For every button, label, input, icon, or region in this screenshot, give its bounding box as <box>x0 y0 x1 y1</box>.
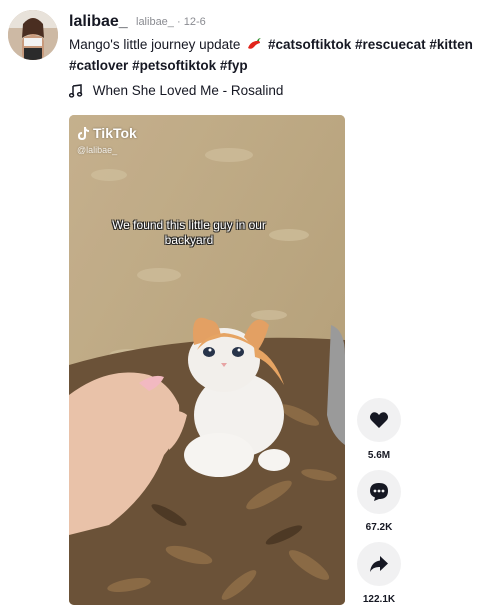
video-overlay-text: We found this little guy in our backyard <box>112 218 266 247</box>
share-button[interactable] <box>357 542 401 586</box>
like-button[interactable] <box>357 398 401 442</box>
hashtag-link[interactable]: #kitten <box>429 37 473 52</box>
music-link[interactable]: When She Loved Me - Rosalind <box>68 83 284 99</box>
hashtag-link[interactable]: #catlover <box>69 58 128 73</box>
hashtag-link[interactable]: #rescuecat <box>355 37 426 52</box>
comment-button[interactable] <box>357 470 401 514</box>
like-action: 5.6M <box>356 398 402 461</box>
share-icon <box>370 556 388 572</box>
watermark-handle: @lalibae_ <box>77 145 118 155</box>
tiktok-logo: TikTok <box>77 125 137 141</box>
like-count: 5.6M <box>367 450 391 461</box>
heart-icon <box>369 412 389 428</box>
author-username[interactable]: lalibae_ <box>69 13 128 31</box>
comment-action: 67.2K <box>356 470 402 533</box>
music-note-icon <box>68 84 83 99</box>
meta-separator: · <box>176 16 184 28</box>
share-action: 122.1K <box>356 542 402 605</box>
author-meta: lalibae_ · 12-6 <box>136 16 206 28</box>
author-avatar[interactable] <box>8 10 58 60</box>
video-frame <box>69 115 345 605</box>
comment-icon <box>370 483 388 501</box>
hashtag-link[interactable]: #catsoftiktok <box>268 37 351 52</box>
video-player[interactable]: TikTok @lalibae_ We found this little gu… <box>69 115 345 605</box>
share-count: 122.1K <box>362 594 396 605</box>
music-title: When She Loved Me - Rosalind <box>92 83 284 98</box>
caption-text: Mango's little journey update <box>69 37 241 53</box>
caption-hashtags: #catlover #petsoftiktok #fyp <box>69 58 248 73</box>
hashtag-link[interactable]: #petsoftiktok <box>132 58 216 73</box>
hashtag-link[interactable]: #fyp <box>220 58 248 73</box>
comment-count: 67.2K <box>365 522 393 533</box>
tiktok-icon <box>78 126 89 140</box>
post-date: 12-6 <box>183 16 206 28</box>
chili-pepper-icon <box>246 37 262 54</box>
caption: Mango's little journey update #catsoftik… <box>69 37 473 54</box>
author-handle[interactable]: lalibae_ <box>136 16 174 28</box>
tiktok-logo-text: TikTok <box>93 125 137 141</box>
